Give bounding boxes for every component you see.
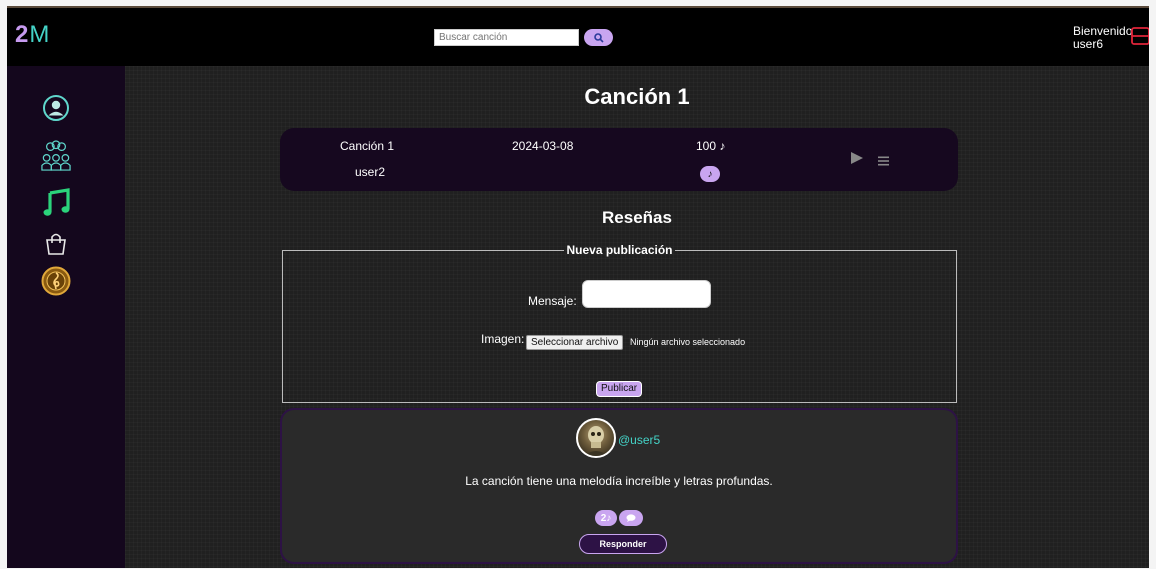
sidebar-item-community[interactable] [41,140,71,171]
message-label: Mensaje: [528,294,577,308]
review-like-count: 2♪ [600,512,612,524]
welcome-text: Bienvenido user6 [1073,25,1132,51]
logout-icon [1131,27,1149,45]
like-note-label: ♪ [707,168,713,180]
play-icon [851,152,863,164]
like-button[interactable]: ♪ [700,166,720,182]
file-status: Ningún archivo seleccionado [630,337,746,347]
skull-avatar-icon [584,426,608,456]
search-bar [434,29,613,46]
music-note-icon [43,188,70,216]
main-content: Canción 1 Canción 1 user2 2024-03-08 100… [125,66,1149,568]
search-icon [593,32,604,43]
song-likes: 100 ♪ [696,139,726,153]
review-like-button[interactable]: 2♪ [595,510,617,526]
review-text: La canción tiene una melodía increíble y… [465,474,773,488]
review-username[interactable]: @user5 [618,433,660,447]
avatar[interactable] [576,418,616,458]
review-comment-button[interactable] [619,510,643,526]
reply-button[interactable]: Responder [579,534,667,554]
group-icon [41,140,71,171]
logo-number: 2 [15,21,30,48]
page-title: Canción 1 [584,84,690,109]
song-artist[interactable]: user2 [355,165,385,179]
logo-letter: M [29,21,51,48]
play-button[interactable] [850,151,864,170]
shopping-bag-icon [46,233,66,255]
treble-clef-badge-icon [41,266,71,296]
reviews-title: Reseñas [602,208,672,227]
sidebar-item-music[interactable] [41,188,71,218]
song-date: 2024-03-08 [512,139,574,153]
new-post-legend: Nueva publicación [566,243,673,257]
new-post-form: Nueva publicación Mensaje: Imagen: Selec… [282,243,957,403]
choose-file-button[interactable]: Seleccionar archivo [526,335,624,350]
search-input[interactable] [434,29,579,46]
user-circle-icon [43,95,69,121]
sidebar [7,66,125,568]
current-username: user6 [1073,37,1104,51]
sidebar-item-profile[interactable] [41,93,71,123]
song-card: Canción 1 user2 2024-03-08 100 ♪ ♪ [280,128,958,191]
comment-icon [626,514,636,522]
publish-button[interactable]: Publicar [596,381,643,397]
message-input[interactable] [582,280,711,308]
sidebar-item-awards[interactable] [41,266,71,296]
review-card: @user5 La canción tiene una melodía incr… [280,408,958,564]
top-bar: 2M Bienvenido user6 [7,8,1149,66]
song-name: Canción 1 [340,139,395,153]
sidebar-item-shop[interactable] [41,229,71,259]
list-icon [878,156,889,166]
queue-button[interactable] [878,153,889,171]
search-button[interactable] [584,29,613,46]
app-logo[interactable]: 2M [15,21,50,49]
app-window: 2M Bienvenido user6 [7,6,1149,568]
logout-button[interactable] [1131,26,1149,46]
image-label: Imagen: [481,332,525,346]
